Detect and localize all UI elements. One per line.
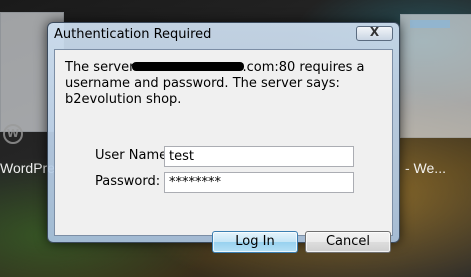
auth-message-start: The server bbox=[65, 60, 135, 75]
username-field[interactable]: test bbox=[164, 146, 354, 167]
background-thumbnail-header bbox=[410, 20, 450, 28]
dialog-titlebar[interactable]: Authentication Required X bbox=[48, 23, 399, 47]
password-label: Password: bbox=[95, 174, 161, 189]
background-caption-right: - We... bbox=[405, 160, 446, 176]
dialog-body: The server .com:80 requires a username an… bbox=[54, 49, 393, 253]
close-icon: X bbox=[369, 25, 380, 39]
username-label: User Name: bbox=[95, 148, 172, 163]
wordpress-icon: W bbox=[3, 124, 23, 144]
auth-message: The server .com:80 requires a username an… bbox=[65, 60, 390, 108]
password-field[interactable]: ******** bbox=[164, 172, 354, 193]
background-window-thumbnail-right bbox=[400, 14, 471, 138]
cancel-button[interactable]: Cancel bbox=[305, 231, 391, 253]
redacted-hostname bbox=[132, 62, 245, 71]
log-in-button[interactable]: Log In bbox=[212, 231, 298, 253]
authentication-dialog: Authentication Required X The server .com… bbox=[47, 22, 400, 253]
dialog-title: Authentication Required bbox=[54, 27, 212, 42]
close-button[interactable]: X bbox=[356, 25, 393, 41]
